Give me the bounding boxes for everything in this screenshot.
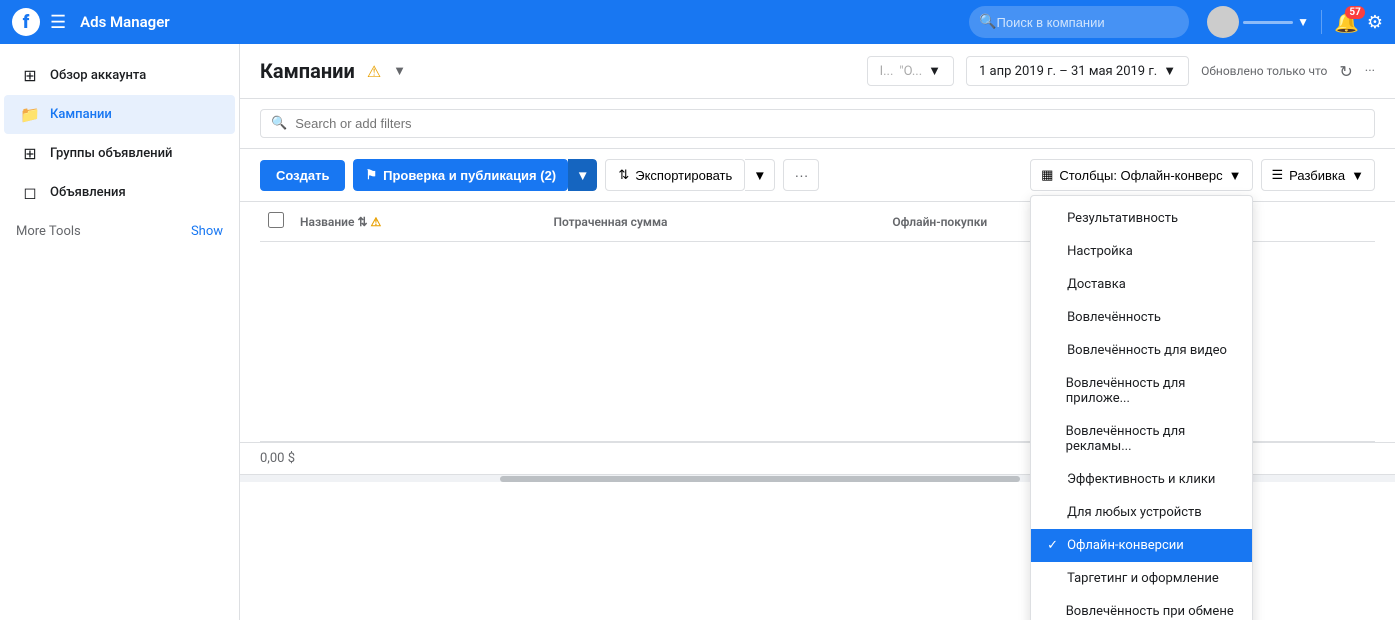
settings-icon[interactable]: ⚙ [1367,12,1383,33]
account-selector[interactable]: ▼ [1207,6,1309,38]
more-tools-row: More Tools Show [0,216,239,247]
warning-icon: ⚠ [367,62,381,81]
create-button[interactable]: Создать [260,160,345,191]
check-icon: ✓ [1047,538,1061,553]
sidebar-item-ads[interactable]: ◻ Объявления [4,173,235,212]
refresh-icon[interactable]: ↻ [1339,62,1352,81]
dropdown-item-delivery[interactable]: Доставка [1031,268,1251,301]
nav-divider [1321,10,1322,34]
select-all-checkbox[interactable] [268,212,284,228]
col-header-spent: Потраченная сумма [545,202,884,242]
date-range-button[interactable]: 1 апр 2019 г. – 31 мая 2019 г. ▼ [966,56,1189,86]
app-title: Ads Manager [80,13,170,31]
export-dropdown-button[interactable]: ▼ [745,159,775,191]
page-title: Кампании [260,59,355,83]
more-tools-show-button[interactable]: Show [191,224,223,239]
header-more-button[interactable]: ··· [1365,64,1375,79]
col-header-name: Название ⇅ ⚠ [292,202,545,242]
search-icon: 🔍 [271,116,287,131]
campaigns-icon: 📁 [20,105,40,124]
sidebar-item-label: Обзор аккаунта [50,68,146,83]
notifications-button[interactable]: 🔔 57 [1334,10,1359,34]
top-navigation: f ☰ Ads Manager 🔍 ▼ 🔔 57 ⚙ [0,0,1395,44]
dropdown-item-messaging[interactable]: Вовлечённость при обмене с... [1031,595,1251,620]
date-chevron-icon: ▼ [1163,63,1176,79]
sort-icon[interactable]: ⇅ [357,215,367,229]
ads-icon: ◻ [20,183,40,202]
adsets-icon: ⊞ [20,144,40,163]
update-status: Обновлено только что [1201,64,1327,78]
scrollbar-thumb[interactable] [500,476,1020,482]
dropdown-item-performance-clicks[interactable]: Эффективность и клики [1031,463,1251,496]
date-range-label: 1 апр 2019 г. – 31 мая 2019 г. [979,64,1157,79]
main-content: Кампании ⚠ ▼ I... "О... ▼ 1 апр 2019 г. … [240,44,1395,620]
avatar [1207,6,1239,38]
columns-wrapper: ▦ Столбцы: Офлайн-конверс ▼ Результативн… [1030,159,1252,191]
review-publish-button[interactable]: ⚑ Проверка и публикация (2) [353,159,568,191]
sidebar-item-campaigns[interactable]: 📁 Кампании [4,95,235,134]
filter-selector-button[interactable]: I... "О... ▼ [867,56,954,86]
overview-icon: ⊞ [20,66,40,85]
toolbar-more-button[interactable]: ··· [783,159,819,191]
sidebar-item-overview[interactable]: ⊞ Обзор аккаунта [4,56,235,95]
sidebar: ⊞ Обзор аккаунта 📁 Кампании ⊞ Группы объ… [0,44,240,620]
flag-icon: ⚑ [365,167,377,183]
breakdown-chevron-icon: ▼ [1351,168,1364,183]
columns-chevron-icon: ▼ [1229,168,1242,183]
breakdown-button[interactable]: ☰ Разбивка ▼ [1261,159,1376,191]
columns-dropdown-menu: Результативность Настройка Доставка Вовл… [1030,195,1252,620]
sidebar-item-label: Кампании [50,107,112,122]
toolbar: Создать ⚑ Проверка и публикация (2) ▼ ⇅ … [240,149,1395,202]
dropdown-item-offline-conversions[interactable]: ✓ Офлайн-конверсии [1031,529,1251,562]
dropdown-item-ad-engagement[interactable]: Вовлечённость для рекламы... [1031,415,1251,463]
global-search[interactable]: 🔍 [969,6,1189,38]
dropdown-item-video-engagement[interactable]: Вовлечённость для видео [1031,334,1251,367]
review-publish-dropdown-button[interactable]: ▼ [568,159,597,191]
total-value: 0,00 $ [260,451,295,466]
notifications-badge: 57 [1345,6,1364,19]
sidebar-item-label: Группы объявлений [50,146,172,161]
facebook-logo: f [12,8,40,36]
sidebar-item-label: Объявления [50,185,126,200]
dropdown-item-targeting[interactable]: Таргетинг и оформление [1031,562,1251,595]
dropdown-item-setup[interactable]: Настройка [1031,235,1251,268]
export-button[interactable]: ⇅ Экспортировать [605,159,745,191]
filter-dots: "О... [899,64,922,79]
title-chevron-icon[interactable]: ▼ [393,63,406,79]
sidebar-item-adsets[interactable]: ⊞ Группы объявлений [4,134,235,173]
search-filter-bar[interactable]: 🔍 [260,109,1375,138]
content-header: Кампании ⚠ ▼ I... "О... ▼ 1 апр 2019 г. … [240,44,1395,99]
breakdown-icon: ☰ [1272,167,1284,183]
export-icon: ⇅ [618,167,629,183]
main-layout: ⊞ Обзор аккаунта 📁 Кампании ⊞ Группы объ… [0,44,1395,620]
search-input[interactable] [295,116,1364,131]
dropdown-item-performance[interactable]: Результативность [1031,202,1251,235]
nav-actions: ▼ 🔔 57 ⚙ [1207,6,1383,38]
review-publish-button-group: ⚑ Проверка и публикация (2) ▼ [353,159,597,191]
dropdown-item-app-engagement[interactable]: Вовлечённость для приложе... [1031,367,1251,415]
columns-button[interactable]: ▦ Столбцы: Офлайн-конверс ▼ [1030,159,1252,191]
dropdown-item-cross-device[interactable]: Для любых устройств [1031,496,1251,529]
account-chevron-icon: ▼ [1297,15,1309,29]
warning-col-icon: ⚠ [370,215,381,229]
more-tools-label: More Tools [16,224,81,239]
search-icon: 🔍 [979,14,996,30]
global-search-input[interactable] [997,15,1167,30]
hamburger-icon[interactable]: ☰ [50,12,66,33]
filter-label: I... [880,64,894,79]
account-bar [1243,21,1293,24]
columns-icon: ▦ [1041,167,1053,183]
export-button-group: ⇅ Экспортировать ▼ [605,159,775,191]
dropdown-item-engagement[interactable]: Вовлечённость [1031,301,1251,334]
filter-chevron-icon: ▼ [928,63,941,79]
